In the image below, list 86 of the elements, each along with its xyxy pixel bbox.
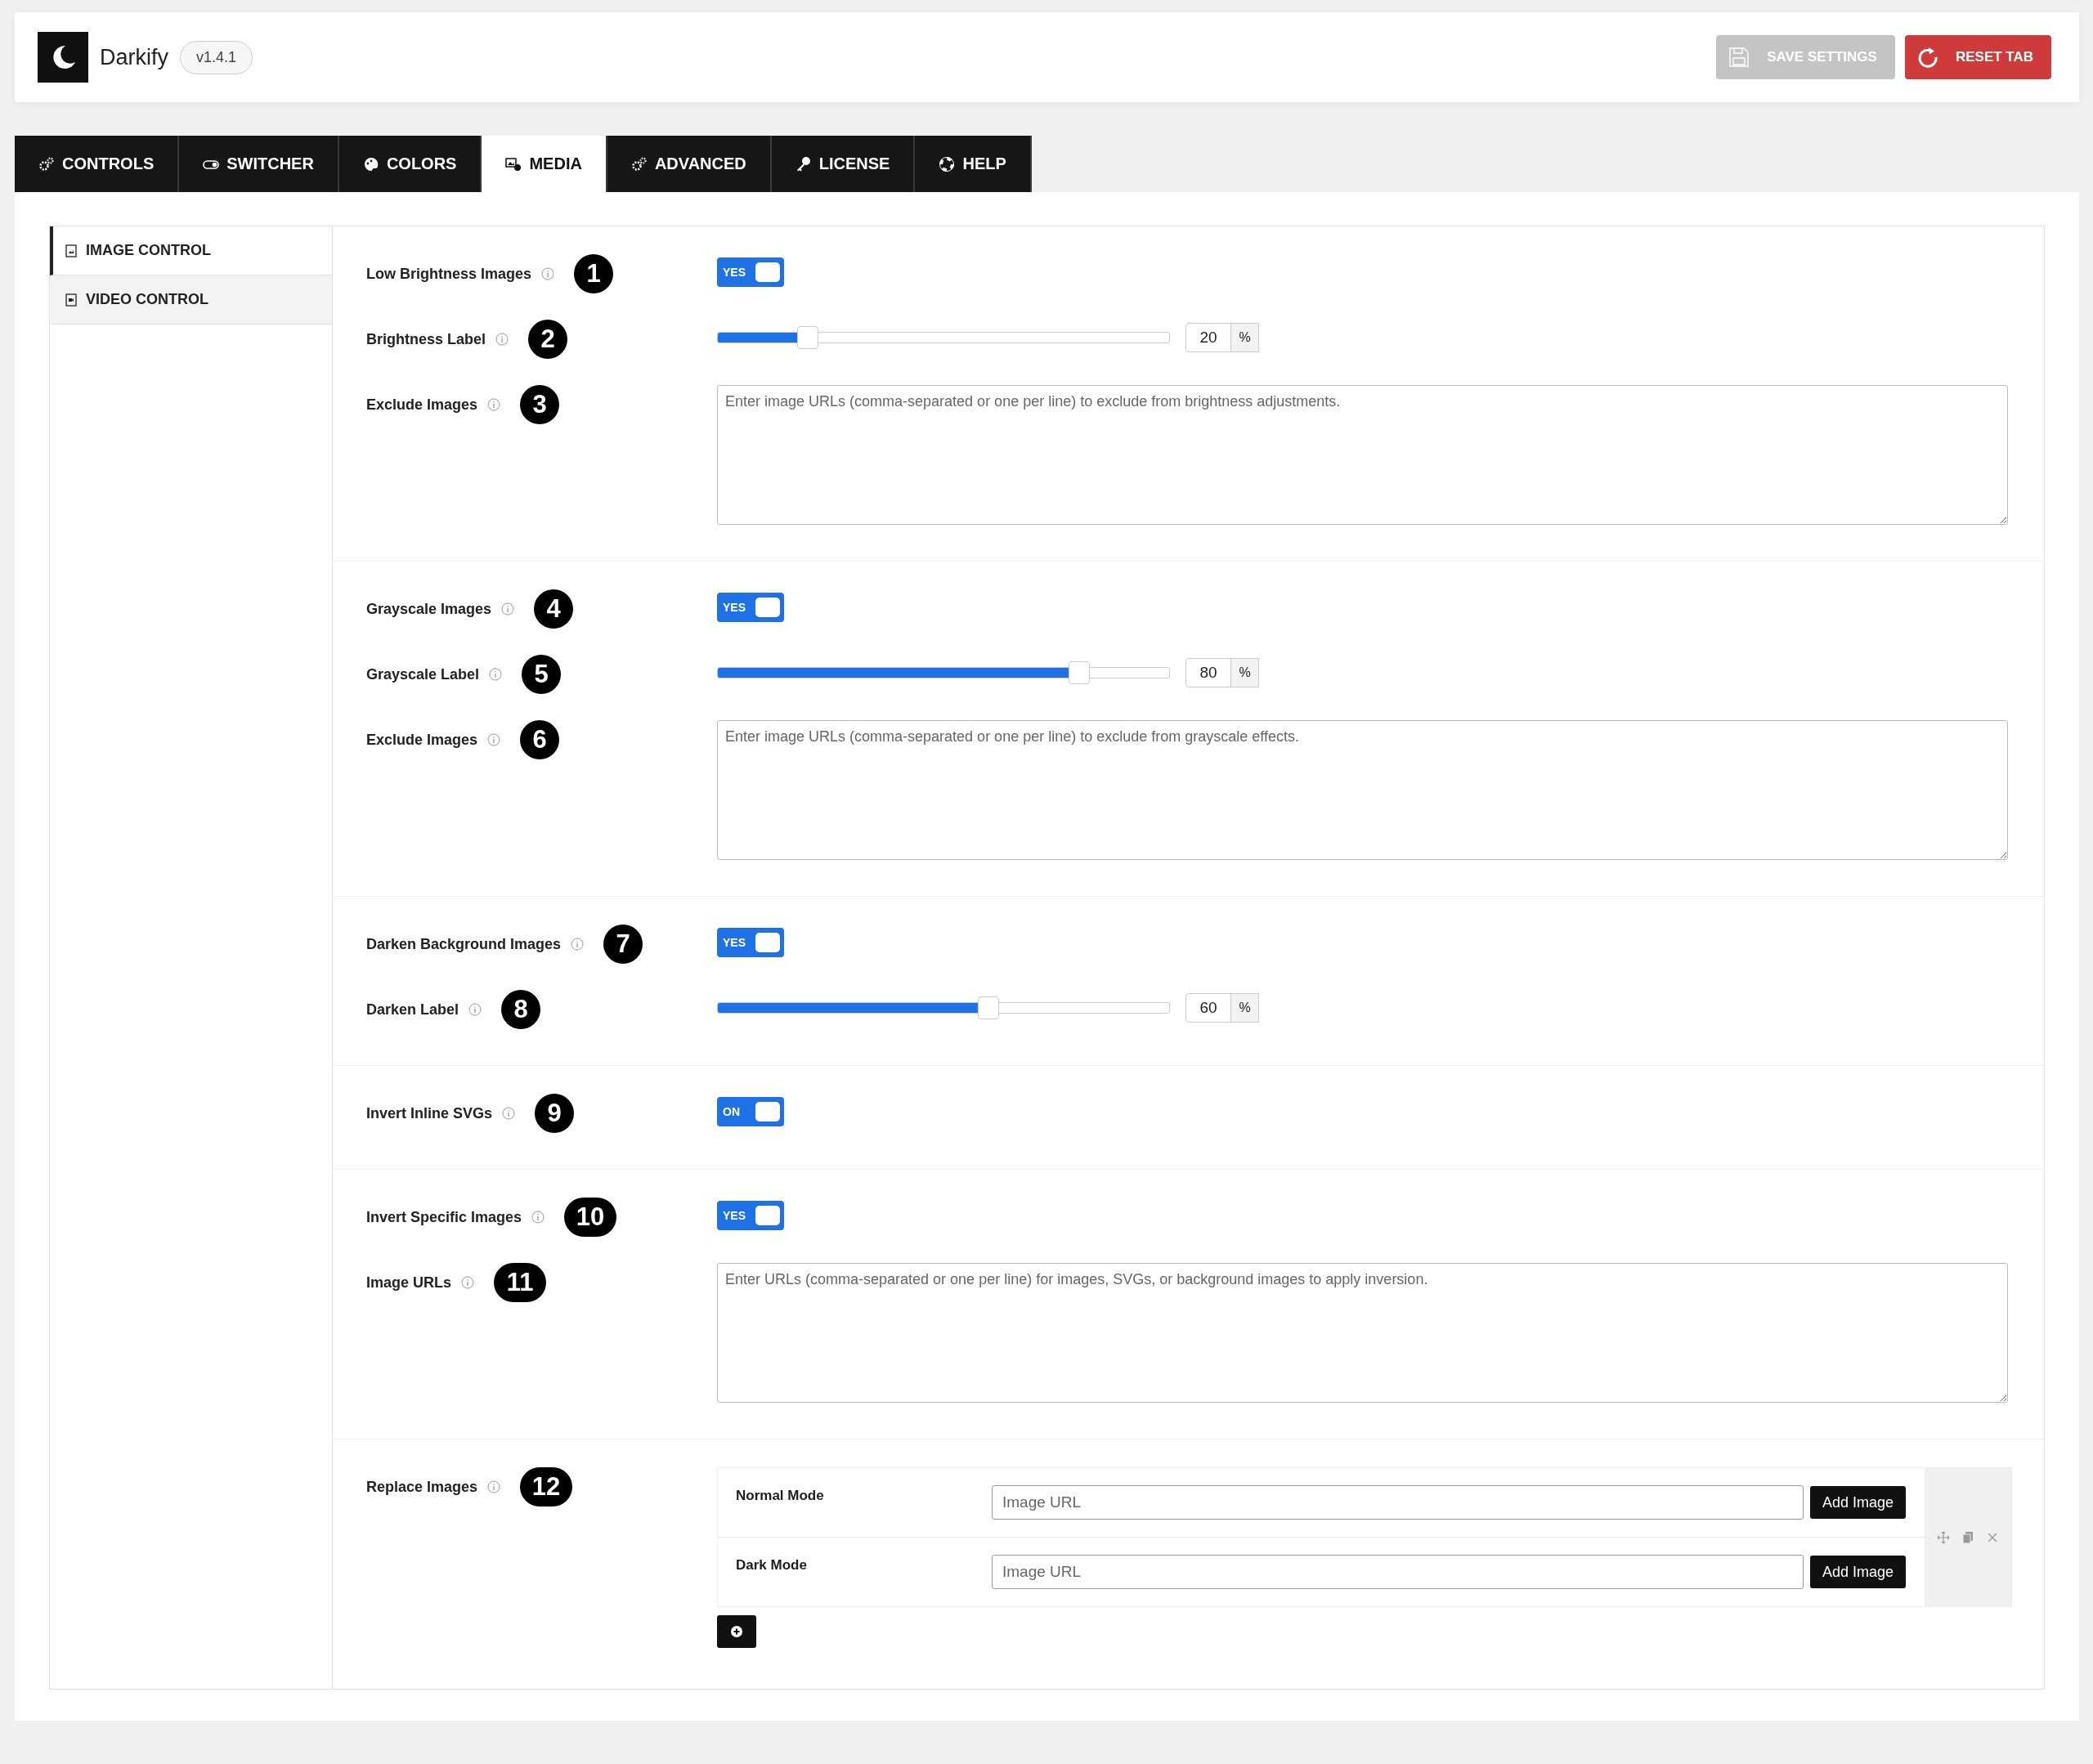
gears-icon: [38, 155, 55, 172]
info-icon[interactable]: [487, 1480, 501, 1493]
tab[interactable]: ADVANCED: [607, 136, 772, 192]
info-icon[interactable]: [531, 1211, 545, 1224]
toggle-switch[interactable]: YES: [717, 1201, 784, 1230]
number-badge: 6: [520, 720, 560, 759]
tab[interactable]: MEDIA: [482, 136, 607, 192]
field-label: Darken Background Images: [366, 935, 562, 953]
reset-tab-button[interactable]: RESET TAB: [1904, 35, 2051, 79]
info-icon[interactable]: [489, 668, 503, 681]
video-file-icon: [65, 293, 78, 307]
image-url-field[interactable]: Image URL: [992, 1485, 1804, 1520]
number-badge: 3: [520, 385, 560, 424]
unit-label: %: [1231, 658, 1259, 687]
info-icon[interactable]: [461, 1276, 475, 1289]
info-icon[interactable]: [487, 398, 501, 411]
number-badge: 7: [603, 925, 643, 964]
add-row-button[interactable]: [717, 1615, 756, 1648]
app-name: Darkify: [100, 44, 168, 70]
info-icon[interactable]: [571, 938, 585, 951]
slider-track[interactable]: [717, 667, 1170, 678]
slider-track[interactable]: [717, 1002, 1170, 1014]
url-textarea[interactable]: Enter image URLs (comma-separated or one per line) to exclude from brightness adjustments.: [717, 385, 2008, 525]
number-badge: 12: [520, 1467, 573, 1507]
info-icon[interactable]: [468, 1003, 482, 1016]
field-label: Grayscale Images: [366, 600, 492, 618]
field-label: Replace Images: [366, 1478, 478, 1496]
number-input[interactable]: 20: [1185, 323, 1231, 352]
field-label: Image URLs: [366, 1274, 452, 1292]
field-label: Exclude Images: [366, 396, 478, 414]
sidebar-item[interactable]: VIDEO CONTROL: [50, 275, 332, 325]
url-textarea[interactable]: Enter URLs (comma-separated or one per line) for images, SVGs, or background images to apply inversion.: [717, 1263, 2008, 1403]
media-icon: [505, 155, 522, 172]
gears-icon: [630, 155, 648, 172]
number-badge: 1: [574, 254, 614, 293]
field-label: Invert Inline SVGs: [366, 1104, 493, 1122]
field-label: Exclude Images: [366, 731, 478, 749]
field-label: Brightness Label: [366, 330, 486, 348]
number-input[interactable]: 80: [1185, 658, 1231, 687]
slider-track[interactable]: [717, 332, 1170, 343]
toggle-switch[interactable]: YES: [717, 257, 784, 287]
add-image-button[interactable]: Add Image: [1810, 1556, 1907, 1588]
info-icon[interactable]: [502, 1107, 516, 1120]
plus-circle-icon: [730, 1625, 743, 1638]
unit-label: %: [1231, 993, 1259, 1023]
tab[interactable]: SWITCHER: [179, 136, 339, 192]
lifebuoy-icon: [939, 155, 956, 172]
move-icon[interactable]: [1937, 1530, 1950, 1544]
copy-icon[interactable]: [1961, 1530, 1974, 1544]
number-badge: 4: [534, 589, 574, 629]
number-badge: 8: [501, 990, 541, 1029]
palette-icon: [362, 155, 379, 172]
number-input[interactable]: 60: [1185, 993, 1231, 1023]
tab[interactable]: HELP: [915, 136, 1032, 192]
add-image-button[interactable]: Add Image: [1810, 1486, 1907, 1519]
unit-label: %: [1231, 323, 1259, 352]
field-label: Darken Label: [366, 1001, 459, 1019]
url-textarea[interactable]: Enter image URLs (comma-separated or one per line) to exclude from grayscale effects.: [717, 720, 2008, 860]
moon-logo-icon: [38, 32, 88, 83]
field-label: Grayscale Label: [366, 665, 480, 683]
mode-label: Normal Mode: [736, 1488, 825, 1504]
tab[interactable]: COLORS: [338, 136, 482, 192]
version-badge: v1.4.1: [180, 40, 253, 74]
info-icon[interactable]: [495, 333, 509, 346]
toggle-switch[interactable]: YES: [717, 928, 784, 957]
number-badge: 5: [522, 655, 562, 694]
tab[interactable]: LICENSE: [771, 136, 916, 192]
number-badge: 11: [494, 1263, 547, 1302]
tab[interactable]: CONTROLS: [15, 136, 180, 192]
info-icon[interactable]: [487, 733, 501, 746]
slider-thumb[interactable]: [978, 996, 1000, 1019]
info-icon[interactable]: [501, 602, 515, 616]
mode-label: Dark Mode: [736, 1557, 808, 1574]
number-badge: 10: [564, 1198, 617, 1237]
field-label: Low Brightness Images: [366, 265, 532, 283]
toggle-switch[interactable]: ON: [717, 1097, 784, 1126]
number-badge: 2: [528, 320, 568, 359]
image-file-icon: [65, 244, 78, 257]
slider-thumb[interactable]: [796, 326, 818, 349]
field-label: Invert Specific Images: [366, 1208, 522, 1226]
image-url-field[interactable]: Image URL: [992, 1555, 1804, 1589]
slider-thumb[interactable]: [1069, 661, 1091, 684]
number-badge: 9: [535, 1094, 575, 1133]
toggle-switch[interactable]: YES: [717, 593, 784, 622]
info-icon[interactable]: [541, 267, 555, 280]
sidebar-item[interactable]: IMAGE CONTROL: [50, 226, 332, 275]
